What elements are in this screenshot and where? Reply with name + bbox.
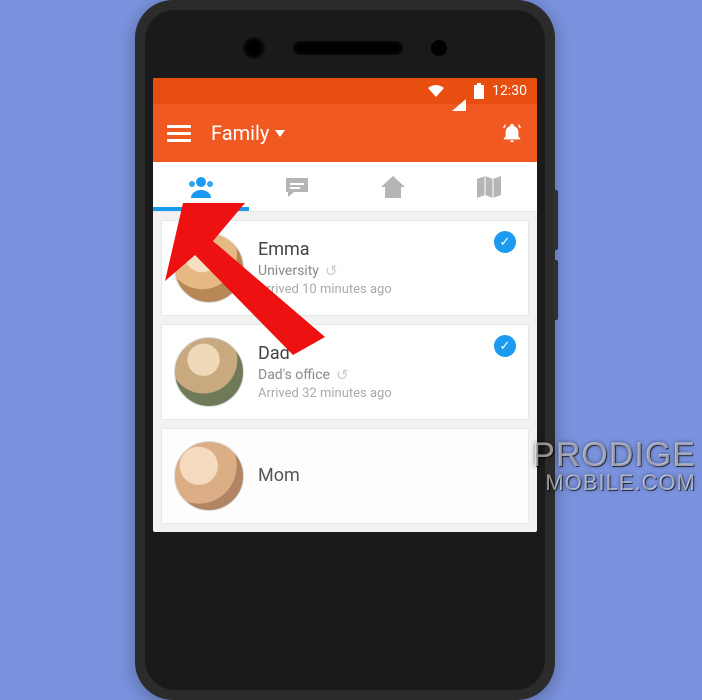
tab-home[interactable] xyxy=(345,162,441,211)
tab-messages[interactable] xyxy=(249,162,345,211)
member-location: Dad's office ↺ xyxy=(258,366,516,384)
phone-frame: 12:30 Family xyxy=(135,0,555,700)
menu-button[interactable] xyxy=(167,125,191,142)
member-name: Dad xyxy=(258,343,516,364)
member-name: Mom xyxy=(258,465,516,486)
member-info: Emma University ↺ Arrived 10 minutes ago xyxy=(258,239,516,297)
member-location: University ↺ xyxy=(258,262,516,280)
member-card[interactable]: Mom xyxy=(161,428,529,524)
volume-up-button[interactable] xyxy=(553,190,558,250)
clock: 12:30 xyxy=(492,83,527,99)
signal-icon xyxy=(452,83,466,99)
location-stale-icon: ↺ xyxy=(336,366,349,384)
wifi-icon xyxy=(428,85,444,97)
chevron-down-icon xyxy=(275,130,285,137)
avatar xyxy=(174,233,244,303)
tab-bar xyxy=(153,162,537,212)
status-bar: 12:30 xyxy=(153,78,537,104)
member-name: Emma xyxy=(258,239,516,260)
member-arrived: Arrived 32 minutes ago xyxy=(258,386,516,401)
app-bar: Family xyxy=(153,104,537,162)
checked-in-badge: ✓ xyxy=(494,231,516,253)
earpiece-speaker xyxy=(293,41,403,55)
tab-map[interactable] xyxy=(441,162,537,211)
proximity-sensor xyxy=(243,37,265,59)
member-info: Mom xyxy=(258,465,516,488)
front-camera xyxy=(431,40,447,56)
avatar xyxy=(174,337,244,407)
circle-name: Family xyxy=(211,121,269,145)
battery-icon xyxy=(474,83,484,99)
member-arrived: Arrived 10 minutes ago xyxy=(258,282,516,297)
notifications-button[interactable] xyxy=(501,122,523,144)
screen: 12:30 Family xyxy=(153,78,537,532)
member-info: Dad Dad's office ↺ Arrived 32 minutes ag… xyxy=(258,343,516,401)
member-list: Emma University ↺ Arrived 10 minutes ago… xyxy=(153,212,537,532)
watermark: PRODIGE MOBILE.COM xyxy=(532,438,696,494)
phone-top-hardware xyxy=(153,18,537,78)
avatar xyxy=(174,441,244,511)
tab-people[interactable] xyxy=(153,162,249,211)
location-stale-icon: ↺ xyxy=(325,262,338,280)
volume-down-button[interactable] xyxy=(553,260,558,320)
member-card[interactable]: Emma University ↺ Arrived 10 minutes ago… xyxy=(161,220,529,316)
member-card[interactable]: Dad Dad's office ↺ Arrived 32 minutes ag… xyxy=(161,324,529,420)
checked-in-badge: ✓ xyxy=(494,335,516,357)
phone-bezel: 12:30 Family xyxy=(145,10,545,690)
circle-selector[interactable]: Family xyxy=(211,121,481,145)
